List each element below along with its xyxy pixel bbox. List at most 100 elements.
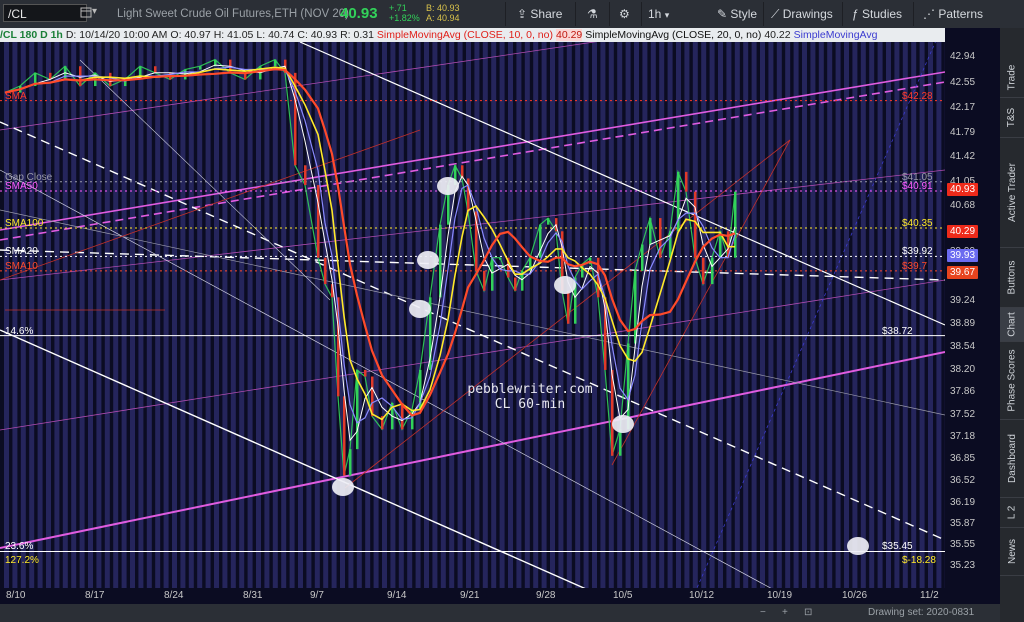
info-symbol[interactable]: /CL 180 D 1h xyxy=(0,29,63,41)
symbol-dropdown-icon[interactable]: ▾ xyxy=(92,6,97,17)
status-footer: − + ⊡ Drawing set: 2020-0831 xyxy=(0,604,1000,622)
study-sma10-value: 40.29 xyxy=(555,29,583,41)
annotation-line: CL 60-min xyxy=(494,397,566,412)
pivot-marker xyxy=(847,537,869,555)
background-stripe xyxy=(62,42,68,588)
level-value-label: $-18.28 xyxy=(902,554,936,566)
background-stripe xyxy=(499,42,505,588)
timeframe-button[interactable]: 1h ▾ xyxy=(648,4,669,24)
patterns-button[interactable]: ⋰ Patterns xyxy=(923,4,983,24)
flask-button[interactable]: ⚗ xyxy=(587,4,598,24)
background-stripe xyxy=(592,42,597,588)
side-tab-dashboard[interactable]: Dashboard xyxy=(1000,420,1024,498)
gear-icon: ⚙ xyxy=(619,7,630,21)
toolbar-divider xyxy=(575,2,576,26)
price-chart[interactable] xyxy=(0,42,945,588)
background-stripe xyxy=(936,42,942,588)
level-name-label: 14.6% xyxy=(5,325,34,337)
background-stripe xyxy=(348,42,354,588)
side-tab-l-2[interactable]: L 2 xyxy=(1000,498,1024,528)
price-tick-label: 37.52 xyxy=(950,408,976,420)
price-change: +.71 +1.82% xyxy=(389,3,420,23)
background-stripe xyxy=(835,42,841,588)
flask-icon: ⚗ xyxy=(587,7,598,21)
study-sma10-label[interactable]: SimpleMovingAvg (CLOSE, 10, 0, no) xyxy=(377,29,553,41)
share-icon: ⇪ xyxy=(517,7,528,21)
style-button[interactable]: ✎ Style xyxy=(717,4,757,24)
background-stripe xyxy=(524,42,530,588)
background-stripe xyxy=(701,42,707,588)
share-button[interactable]: ⇪ Share xyxy=(517,4,562,24)
candle xyxy=(364,369,367,377)
price-tick-label: 42.94 xyxy=(950,51,976,62)
background-stripe xyxy=(894,42,900,588)
background-stripe xyxy=(667,42,673,588)
symbol-input[interactable]: /CL xyxy=(3,4,87,22)
price-tick-label: 37.86 xyxy=(950,386,976,398)
time-tick-label: 10/5 xyxy=(613,590,633,601)
background-stripe xyxy=(54,42,60,588)
background-stripe xyxy=(247,42,253,588)
side-tab-chart[interactable]: Chart xyxy=(1000,308,1024,342)
time-tick-label: 8/17 xyxy=(85,590,105,601)
zoom-in-icon[interactable]: + xyxy=(782,607,788,618)
time-axis[interactable]: 8/10 8/17 8/24 8/31 9/7 9/14 9/21 9/28 10/5 10/12… xyxy=(0,588,945,604)
toolbar-divider xyxy=(763,2,764,26)
price-tick-label: 39.24 xyxy=(950,295,976,307)
background-stripe xyxy=(491,42,497,588)
price-axis[interactable]: 42.9442.5542.1741.7941.4241.0540.6840.31… xyxy=(945,28,1000,604)
zoom-out-icon[interactable]: − xyxy=(760,607,766,618)
side-tab-phase-scores[interactable]: Phase Scores xyxy=(1000,342,1024,420)
time-tick-label: 9/7 xyxy=(310,590,324,601)
chevron-down-icon: ▾ xyxy=(664,10,670,20)
drawings-button[interactable]: ⟋ Drawings xyxy=(771,4,833,24)
background-stripe xyxy=(79,42,85,588)
time-tick-label: 10/26 xyxy=(842,590,868,601)
drawing-set-label[interactable]: Drawing set: 2020-0831 xyxy=(868,607,974,618)
level-value-label: $39.92 xyxy=(902,246,933,258)
level-value-label: $42.28 xyxy=(902,90,933,102)
background-stripe xyxy=(902,42,908,588)
chart-annotation: pebblewriter.com CL 60-min xyxy=(440,382,620,412)
candle xyxy=(324,257,327,285)
pivot-marker xyxy=(437,177,459,195)
background-stripe xyxy=(508,42,513,588)
reset-zoom-icon[interactable]: ⊡ xyxy=(804,607,812,618)
calendar-icon[interactable] xyxy=(80,6,92,18)
candle xyxy=(619,429,622,456)
background-stripe xyxy=(852,42,858,588)
time-tick-label: 9/21 xyxy=(460,590,480,601)
price-marker-label: 39.93 xyxy=(947,248,979,262)
toolbar-divider xyxy=(641,2,642,26)
studies-button[interactable]: ƒ Studies xyxy=(852,4,902,24)
background-stripe xyxy=(466,42,471,588)
side-tab-active-trader[interactable]: Active Trader xyxy=(1000,138,1024,248)
background-stripe xyxy=(230,42,236,588)
time-tick-label: 8/24 xyxy=(164,590,184,601)
side-tab-news[interactable]: News xyxy=(1000,528,1024,576)
background-stripe xyxy=(239,42,245,588)
background-stripe xyxy=(146,42,152,588)
candle xyxy=(304,165,307,186)
toolbar-divider xyxy=(842,2,843,26)
level-name-label: 127.2% xyxy=(5,554,39,566)
chart-info-bar: /CL 180 D 1h D: 10/14/20 10:00 AM O: 40.97… xyxy=(0,28,945,42)
background-stripe xyxy=(382,42,387,588)
annotation-line: pebblewriter.com xyxy=(467,382,593,397)
background-stripe xyxy=(104,42,110,588)
price-marker-label: 40.93 xyxy=(947,182,979,196)
candle xyxy=(483,270,486,291)
study-sma20-value: 40.22 xyxy=(764,29,791,41)
background-stripe xyxy=(449,42,455,588)
study-sma-label[interactable]: SimpleMovingAvg xyxy=(794,29,878,41)
level-name-label: SMA100 xyxy=(5,217,44,229)
side-tab-buttons[interactable]: Buttons xyxy=(1000,248,1024,308)
price-tick-label: 42.55 xyxy=(950,76,976,88)
side-tab-t-s[interactable]: T&S xyxy=(1000,98,1024,138)
price-tick-label: 41.42 xyxy=(950,151,976,163)
settings-button[interactable]: ⚙ xyxy=(619,4,630,24)
side-tab-trade[interactable]: Trade xyxy=(1000,58,1024,98)
candle xyxy=(343,396,346,476)
info-range: R: 0.31 xyxy=(340,29,374,41)
study-sma20-label[interactable]: SimpleMovingAvg (CLOSE, 20, 0, no) xyxy=(585,29,761,41)
